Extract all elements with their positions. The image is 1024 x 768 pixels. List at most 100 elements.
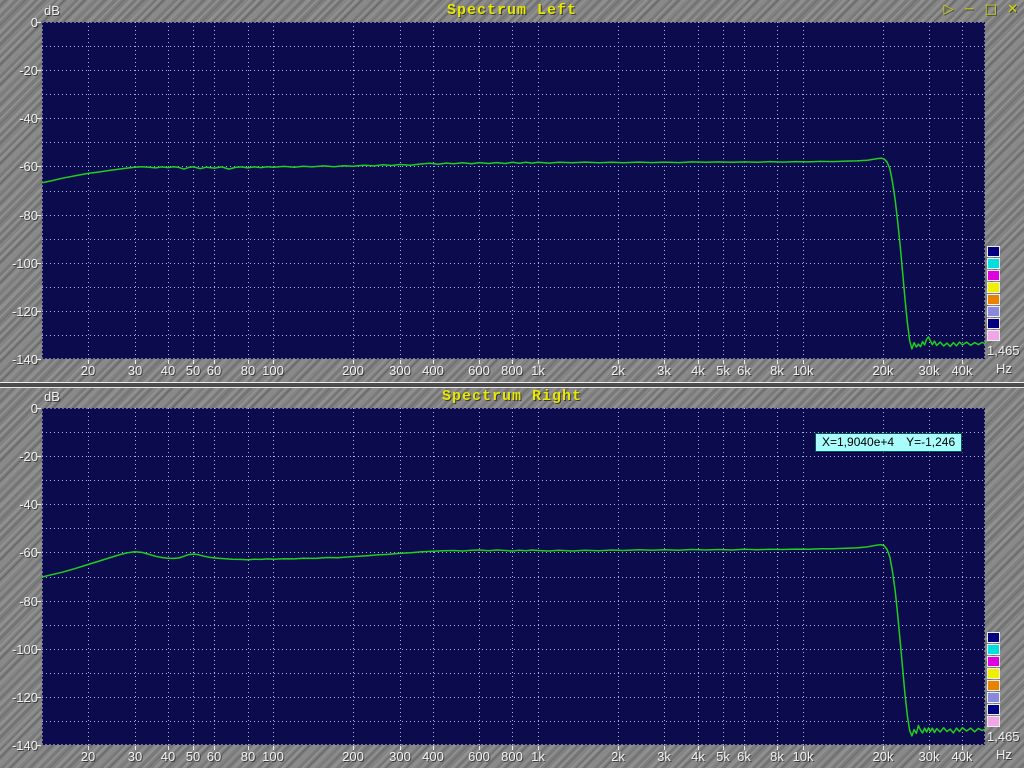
x-tick-mark [168,746,169,750]
x-tick-mark [168,360,169,364]
x-tick-label: 20k [861,749,905,764]
x-tick-mark [698,360,699,364]
minimize-icon[interactable]: − [964,2,975,17]
x-tick-mark [618,746,619,750]
x-tick-label: 100 [251,749,295,764]
trace-color-swatch[interactable] [987,306,1000,317]
x-tick-mark [479,360,480,364]
close-icon[interactable]: ✕ [1007,2,1018,17]
y-tick-label: 0 [0,401,38,416]
x-tick-label: 100 [251,363,295,378]
panel-title-right: Spectrum Right [0,388,1024,405]
y-tick-label: -120 [0,690,38,705]
x-tick-mark [962,360,963,364]
trace-color-swatch[interactable] [987,656,1000,667]
y-tick-mark [37,504,41,505]
trace-color-swatch[interactable] [987,318,1000,329]
x-axis-unit-label: Hz [990,361,1018,376]
y-tick-mark [37,456,41,457]
y-tick-label: 0 [0,15,38,30]
run-icon[interactable]: ▷ [943,2,953,17]
y-tick-label: -140 [0,738,38,753]
y-tick-label: -80 [0,208,38,223]
plot-area-right[interactable] [42,408,985,745]
titlebar-right: Spectrum Right [0,388,1024,406]
x-tick-label: 20k [861,363,905,378]
cursor-tooltip: X=1,9040e+4 Y=-1,246 [815,433,962,452]
x-tick-label: 20 [66,363,110,378]
panel-spectrum-right: Spectrum Right dB Hz 1,465 X=1,9040e+4 Y… [0,386,1024,768]
x-tick-mark [273,746,274,750]
x-tick-mark [777,360,778,364]
y-tick-label: -140 [0,352,38,367]
x-tick-label: 1k [516,363,560,378]
x-tick-mark [962,746,963,750]
x-tick-label: 10k [781,363,825,378]
plot-area-left[interactable] [42,22,985,359]
y-tick-mark [37,70,41,71]
x-tick-label: 20 [66,749,110,764]
maximize-icon[interactable]: □ [985,2,997,17]
x-tick-mark [248,360,249,364]
spectrum-chart [42,408,985,745]
y-tick-label: -40 [0,111,38,126]
plot-border [43,409,985,745]
x-tick-mark [777,746,778,750]
x-tick-mark [88,360,89,364]
x-tick-mark [400,360,401,364]
trace-color-swatch[interactable] [987,282,1000,293]
y-tick-mark [37,601,41,602]
trace-color-swatch[interactable] [987,668,1000,679]
trace-color-swatch[interactable] [987,330,1000,341]
y-tick-mark [37,22,41,23]
y-tick-mark [37,408,41,409]
trace-color-swatch[interactable] [987,294,1000,305]
x-tick-mark [400,746,401,750]
trace-color-swatch[interactable] [987,644,1000,655]
x-tick-mark [135,360,136,364]
trace-color-swatch[interactable] [987,246,1000,257]
y-tick-mark [37,745,41,746]
x-tick-mark [744,746,745,750]
y-tick-mark [37,166,41,167]
x-tick-mark [273,360,274,364]
trace-color-swatch[interactable] [987,692,1000,703]
y-tick-mark [37,215,41,216]
x-tick-mark [698,746,699,750]
trace-color-swatch[interactable] [987,270,1000,281]
x-tick-label: 40k [940,749,984,764]
trace-color-swatch[interactable] [987,680,1000,691]
x-tick-mark [929,360,930,364]
trace-color-swatch[interactable] [987,704,1000,715]
x-tick-label: 2k [596,749,640,764]
x-tick-label: 1k [516,749,560,764]
y-tick-label: -20 [0,449,38,464]
trace-color-swatch[interactable] [987,716,1000,727]
x-tick-mark [664,360,665,364]
x-tick-mark [512,360,513,364]
x-tick-mark [88,746,89,750]
trace-color-swatch[interactable] [987,258,1000,269]
y-tick-mark [37,263,41,264]
panel-title-left: Spectrum Left [0,2,1024,19]
x-tick-label: 400 [411,749,455,764]
trace-color-legend [987,246,1003,342]
x-tick-mark [929,746,930,750]
y-axis-unit-label: dB [44,3,60,18]
y-tick-label: -120 [0,304,38,319]
tooltip-x-value: X=1,9040e+4 [822,435,894,450]
right-channel-trace [42,545,985,736]
x-tick-mark [135,746,136,750]
window-controls: ▷ − □ ✕ [937,2,1018,17]
x-tick-mark [664,746,665,750]
y-axis-unit-label: dB [44,389,60,404]
x-tick-label: 200 [331,363,375,378]
panel-spectrum-left: Spectrum Left ▷ − □ ✕ dB Hz 1,465 0-20-4… [0,0,1024,382]
trace-color-swatch[interactable] [987,632,1000,643]
x-tick-mark [538,360,539,364]
spectrum-analyzer-window: Spectrum Left ▷ − □ ✕ dB Hz 1,465 0 -20 -4… [0,0,1024,768]
y-tick-label: -100 [0,256,38,271]
resolution-readout: 1,465 [987,343,1020,358]
x-tick-mark [479,746,480,750]
x-tick-mark [433,360,434,364]
